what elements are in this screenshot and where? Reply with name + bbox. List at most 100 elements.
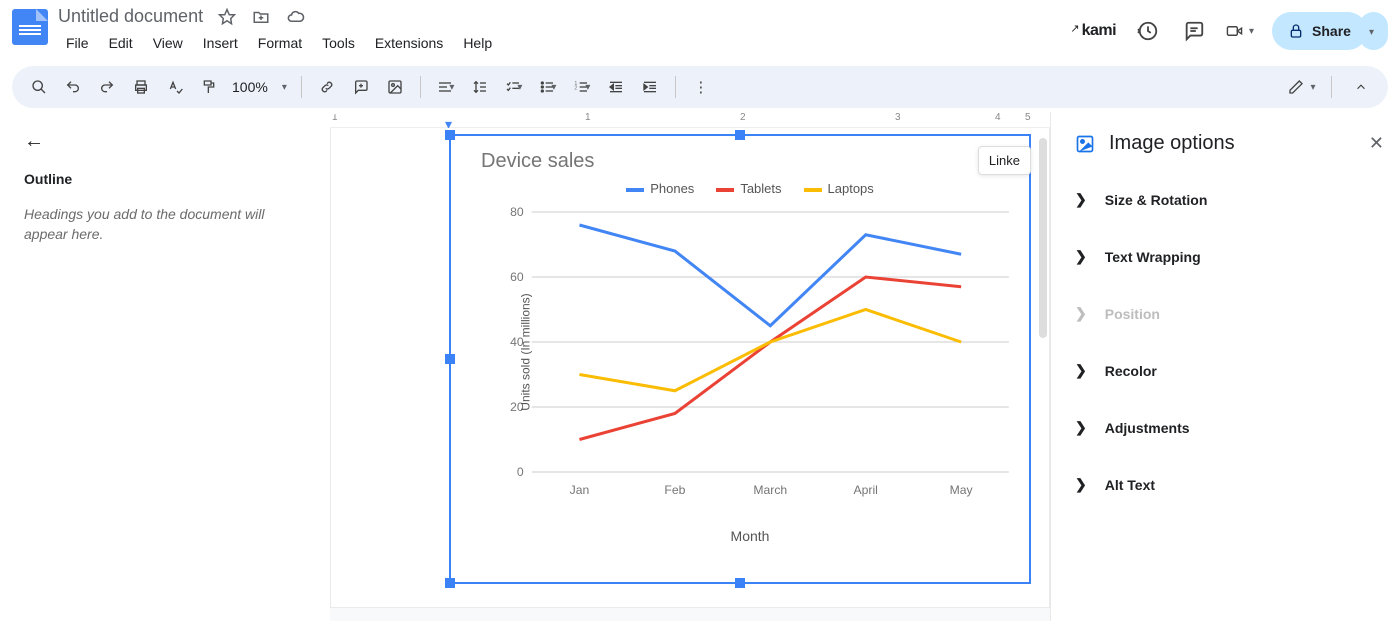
- menu-edit[interactable]: Edit: [101, 31, 141, 55]
- share-dropdown[interactable]: ▾: [1359, 12, 1388, 50]
- move-folder-icon[interactable]: [251, 7, 271, 27]
- history-icon[interactable]: [1134, 17, 1162, 45]
- chevron-right-icon: ❯: [1075, 476, 1087, 493]
- chevron-right-icon: ❯: [1075, 419, 1087, 436]
- menu-file[interactable]: File: [58, 31, 97, 55]
- add-comment-button[interactable]: [346, 72, 376, 102]
- chevron-down-icon: ▾: [1249, 26, 1254, 37]
- video-call-icon[interactable]: ▾: [1226, 17, 1254, 45]
- chart-xlabel: Month: [481, 528, 1019, 544]
- scrollbar[interactable]: [1039, 138, 1047, 338]
- share-label: Share: [1312, 23, 1351, 39]
- svg-text:May: May: [950, 483, 974, 497]
- zoom-select[interactable]: 100% ▾: [228, 79, 291, 95]
- sidebar-item-label: Size & Rotation: [1105, 192, 1208, 208]
- redo-button[interactable]: [92, 72, 122, 102]
- chart-ylabel: Units sold (In millions): [519, 293, 533, 410]
- outline-empty-text: Headings you add to the document will ap…: [24, 205, 306, 244]
- svg-text:60: 60: [510, 270, 524, 284]
- svg-text:April: April: [854, 483, 878, 497]
- svg-text:March: March: [753, 483, 787, 497]
- chevron-right-icon: ❯: [1075, 248, 1087, 265]
- chevron-down-icon: ▾: [282, 82, 287, 93]
- back-arrow-icon[interactable]: ←: [24, 130, 44, 153]
- lock-icon: [1288, 23, 1304, 39]
- toolbar: 100%▾ ▾ ▾ ▾ 12▾ ⋮ ▾: [12, 66, 1388, 108]
- menu-tools[interactable]: Tools: [314, 31, 363, 55]
- docs-logo[interactable]: [12, 9, 48, 45]
- sidebar-item-recolor[interactable]: ❯Recolor: [1051, 342, 1400, 399]
- sidebar-item-label: Adjustments: [1105, 420, 1190, 436]
- comments-icon[interactable]: [1180, 17, 1208, 45]
- sidebar-item-size-rotation[interactable]: ❯ Size & Rotation: [1051, 171, 1400, 228]
- menu-help[interactable]: Help: [455, 31, 500, 55]
- chevron-down-icon: ▾: [551, 82, 556, 93]
- svg-text:Jan: Jan: [570, 483, 590, 497]
- menu-bar: File Edit View Insert Format Tools Exten…: [58, 31, 1070, 55]
- align-button[interactable]: ▾: [431, 72, 461, 102]
- svg-text:2: 2: [575, 86, 578, 92]
- search-icon[interactable]: [24, 72, 54, 102]
- bullet-list-button[interactable]: ▾: [533, 72, 563, 102]
- ruler[interactable]: 1 ▾ 1 2 3 4 5: [330, 112, 1050, 128]
- chart: Device sales PhonesTabletsLaptops Units …: [451, 136, 1029, 582]
- spellcheck-button[interactable]: [160, 72, 190, 102]
- collapse-toolbar-button[interactable]: [1346, 72, 1376, 102]
- separator: [301, 76, 302, 98]
- doc-title[interactable]: Untitled document: [58, 6, 203, 27]
- cloud-status-icon[interactable]: [285, 7, 305, 27]
- sidebar-item-label: Text Wrapping: [1105, 249, 1201, 265]
- chevron-down-icon: ▾: [585, 82, 590, 93]
- sidebar-title: Image options: [1109, 132, 1355, 155]
- ruler-mark: 5: [1025, 112, 1031, 123]
- legend-item: Laptops: [804, 181, 874, 196]
- more-tools-button[interactable]: ⋮: [686, 72, 716, 102]
- svg-text:Feb: Feb: [664, 483, 685, 497]
- legend-item: Tablets: [716, 181, 781, 196]
- undo-button[interactable]: [58, 72, 88, 102]
- legend-item: Phones: [626, 181, 694, 196]
- editing-mode-button[interactable]: ▾: [1287, 72, 1317, 102]
- separator: [675, 76, 676, 98]
- ruler-mark: 2: [740, 112, 746, 123]
- sidebar-item-label: Alt Text: [1105, 477, 1155, 493]
- paint-format-button[interactable]: [194, 72, 224, 102]
- image-options-sidebar: Image options ✕ ❯ Size & Rotation ❯ Text Wr…: [1050, 112, 1400, 621]
- insert-link-button[interactable]: [312, 72, 342, 102]
- chevron-down-icon: ▾: [517, 82, 522, 93]
- menu-view[interactable]: View: [145, 31, 191, 55]
- insert-image-button[interactable]: [380, 72, 410, 102]
- selected-chart[interactable]: Linke Device sales PhonesTabletsLaptops …: [449, 134, 1031, 584]
- chevron-right-icon: ❯: [1075, 305, 1087, 322]
- line-spacing-button[interactable]: [465, 72, 495, 102]
- sidebar-item-adjustments[interactable]: ❯ Adjustments: [1051, 399, 1400, 456]
- menu-extensions[interactable]: Extensions: [367, 31, 451, 55]
- star-icon[interactable]: [217, 7, 237, 27]
- separator: [1331, 76, 1332, 98]
- ruler-mark: 1: [585, 112, 591, 123]
- document-page[interactable]: Linke Device sales PhonesTabletsLaptops …: [330, 128, 1050, 608]
- sidebar-item-text-wrapping[interactable]: ❯ Text Wrapping: [1051, 228, 1400, 285]
- outline-title: Outline: [24, 171, 306, 187]
- menu-format[interactable]: Format: [250, 31, 310, 55]
- zoom-value: 100%: [232, 79, 268, 95]
- print-button[interactable]: [126, 72, 156, 102]
- share-button[interactable]: Share: [1272, 12, 1367, 50]
- chevron-right-icon: ❯: [1075, 191, 1087, 208]
- chevron-down-icon: ▾: [1369, 27, 1374, 38]
- sidebar-item-label: Recolor: [1105, 363, 1157, 379]
- outline-panel: ← Outline Headings you add to the docume…: [0, 112, 330, 621]
- increase-indent-button[interactable]: [635, 72, 665, 102]
- document-area[interactable]: 1 ▾ 1 2 3 4 5 Linke Device sales PhonesT…: [330, 112, 1050, 621]
- menu-insert[interactable]: Insert: [195, 31, 246, 55]
- checklist-button[interactable]: ▾: [499, 72, 529, 102]
- close-icon[interactable]: ✕: [1369, 133, 1384, 154]
- decrease-indent-button[interactable]: [601, 72, 631, 102]
- ruler-mark: 1: [332, 112, 338, 123]
- chart-plot: 020406080JanFebMarchAprilMay: [481, 202, 1019, 502]
- numbered-list-button[interactable]: 12▾: [567, 72, 597, 102]
- chart-legend: Phones Tablets Laptops: [481, 181, 1019, 196]
- sidebar-item-alt-text[interactable]: ❯ Alt Text: [1051, 456, 1400, 513]
- ruler-mark: 3: [895, 112, 901, 123]
- kami-extension[interactable]: ↗kami: [1070, 22, 1116, 40]
